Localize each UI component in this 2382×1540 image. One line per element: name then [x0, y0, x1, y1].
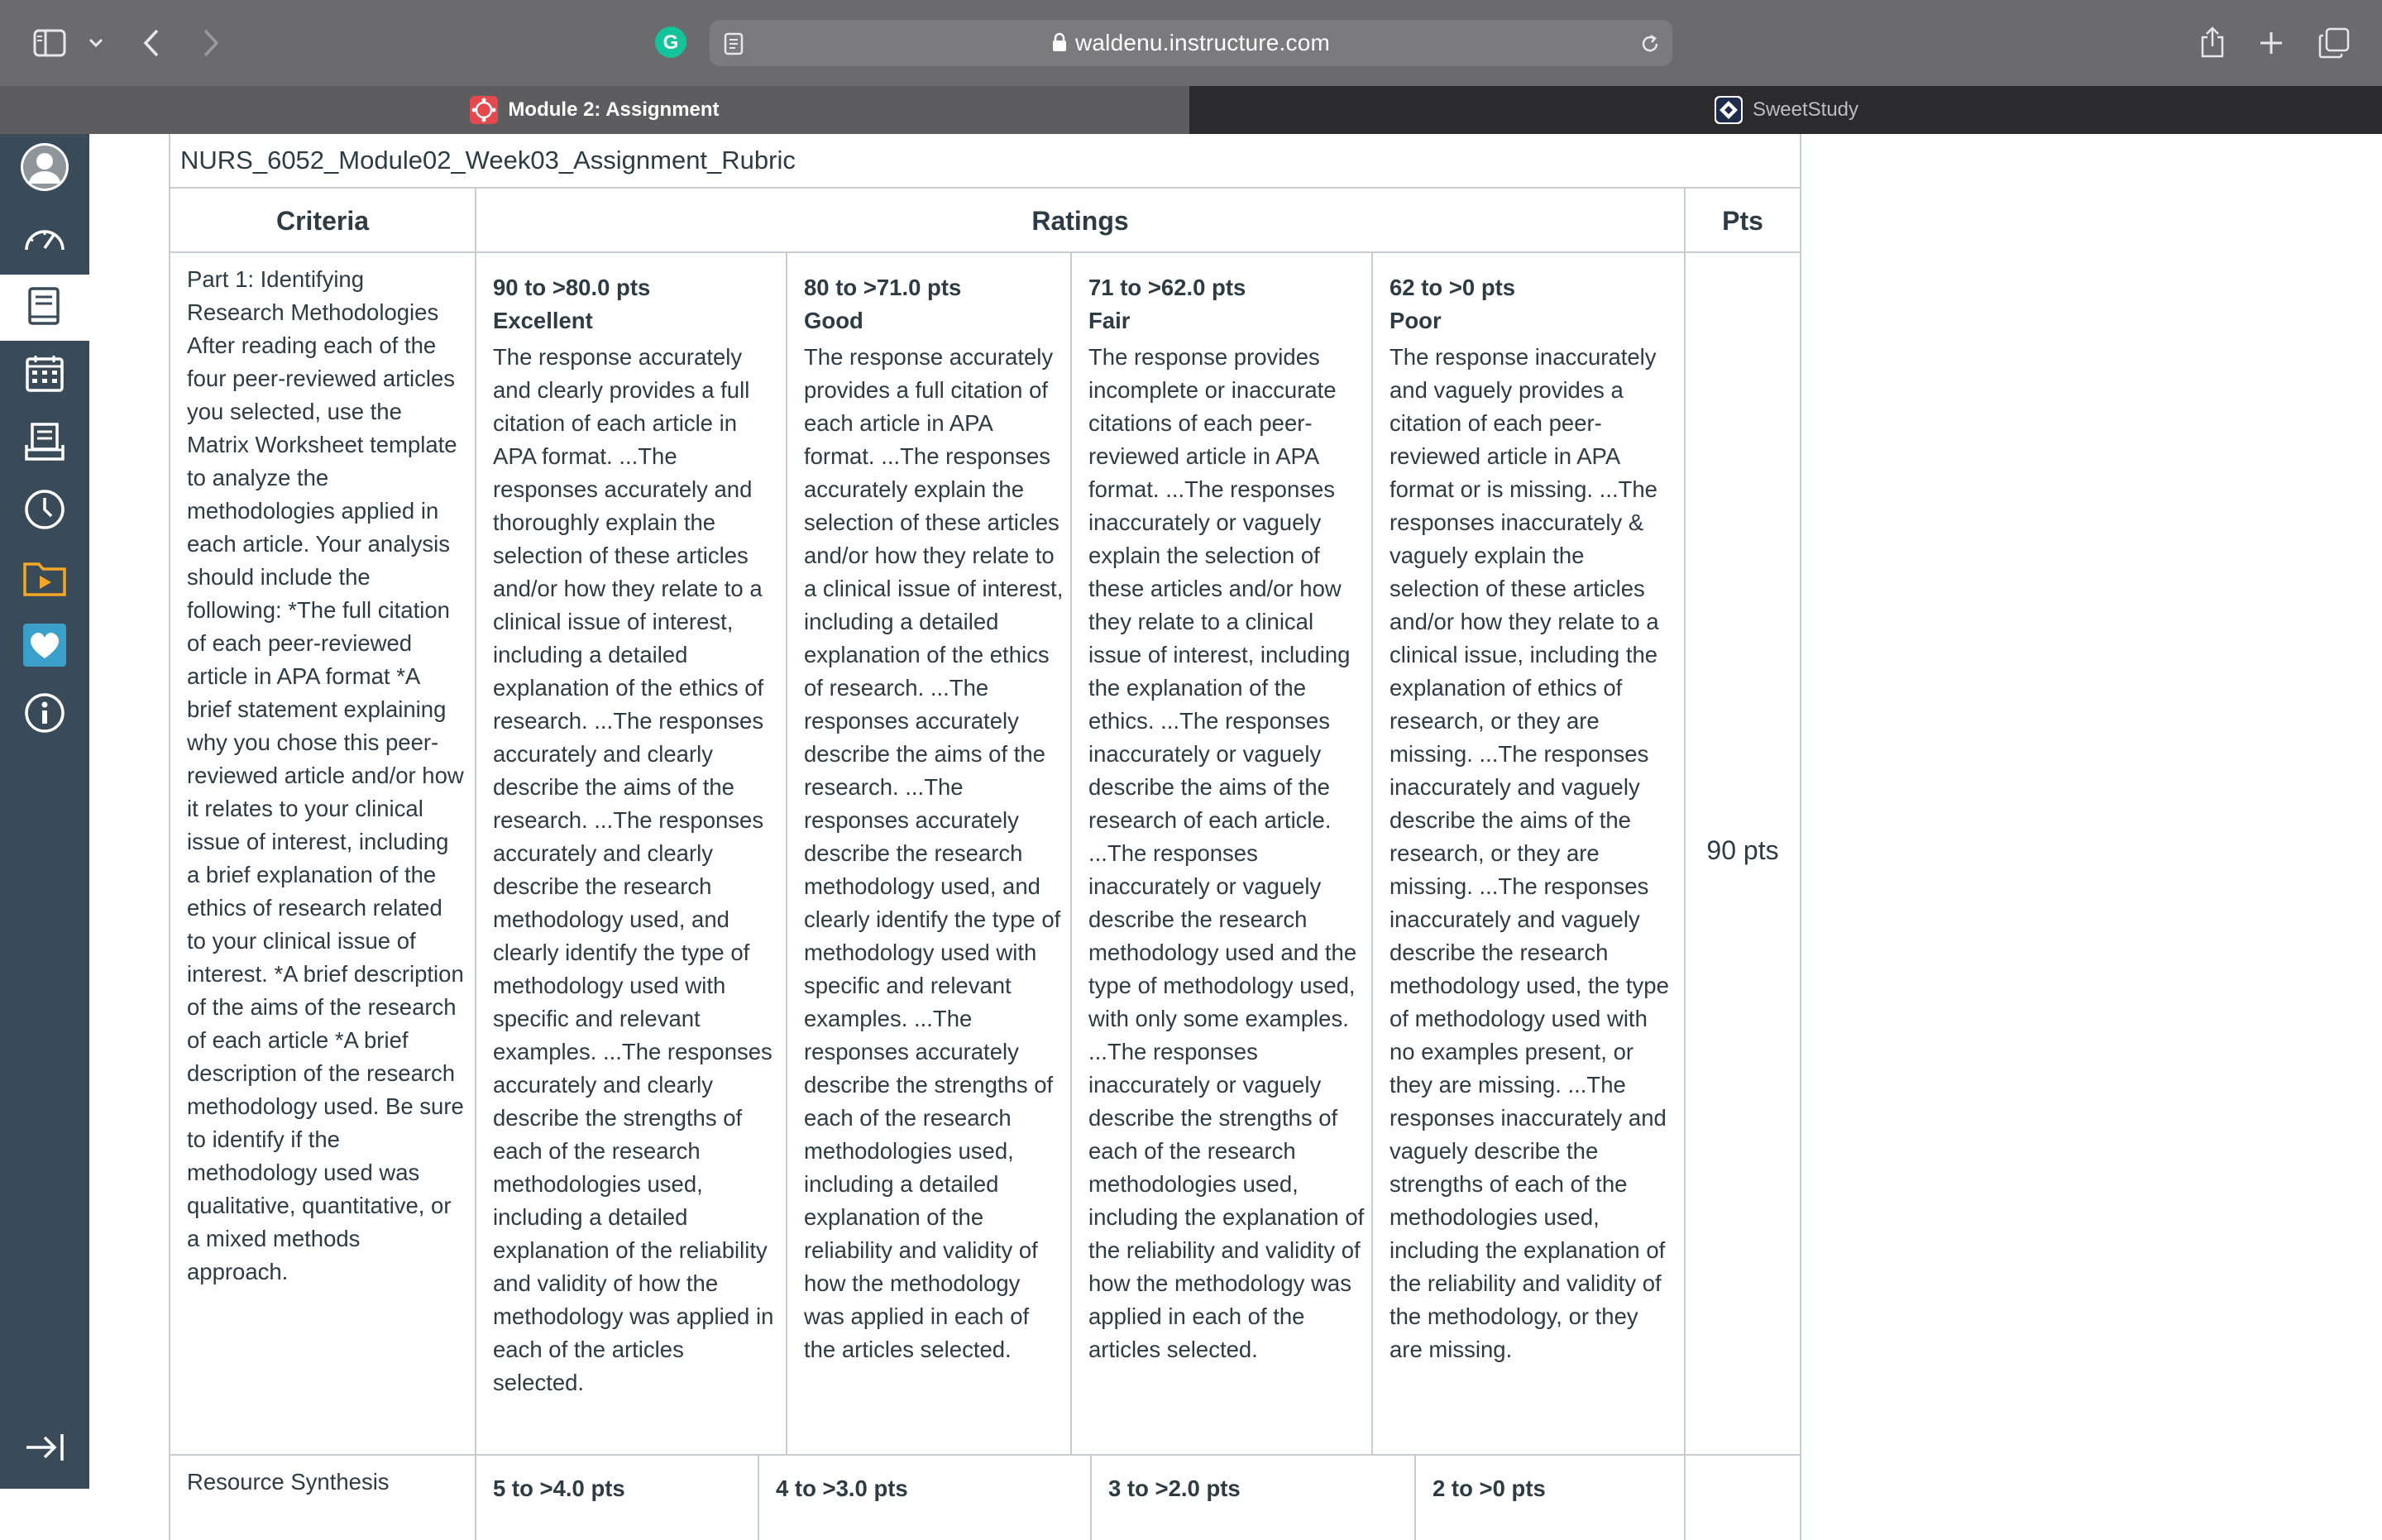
rubric-title: NURS_6052_Module02_Week03_Assignment_Rub… [180, 146, 796, 175]
rating-points: 71 to >62.0 pts [1088, 275, 1246, 300]
rubric-divider [1371, 251, 1373, 1454]
rubric-divider [1070, 251, 1072, 1454]
rubric-divider [170, 1454, 1800, 1456]
reload-icon[interactable] [1638, 31, 1662, 56]
inbox-icon [24, 422, 65, 466]
rating-label: Poor [1390, 308, 1442, 333]
rating-description: The response accurately provides a full … [804, 344, 1064, 1362]
rating-points: 3 to >2.0 pts [1108, 1475, 1241, 1501]
chevron-right-icon[interactable] [197, 25, 225, 61]
address-bar[interactable]: waldenu.instructure.com [710, 20, 1672, 66]
nav-inbox[interactable] [0, 410, 89, 476]
nav-help[interactable] [0, 682, 89, 748]
url-label: waldenu.instructure.com [1074, 30, 1331, 55]
global-navigation [0, 134, 89, 1489]
rating-good: 80 to >71.0 pts Good The response accura… [804, 271, 1065, 1366]
rating-points: 80 to >71.0 pts [804, 275, 962, 300]
nav-collapse[interactable] [0, 1416, 89, 1482]
rubric-divider [786, 251, 787, 1454]
nav-account[interactable] [0, 136, 89, 202]
heart-book-icon [22, 622, 68, 672]
rating-excellent: 90 to >80.0 pts Excellent The response a… [493, 271, 777, 1399]
criteria-header: Criteria [275, 206, 370, 236]
courses-icon [26, 285, 63, 331]
tab-title: Module 2: Assignment [508, 98, 720, 121]
url-text: waldenu.instructure.com [710, 20, 1672, 66]
tabs-icon[interactable] [2316, 25, 2352, 61]
chevron-left-icon[interactable] [137, 25, 165, 61]
nav-wellness[interactable] [0, 614, 89, 680]
lock-icon [1052, 22, 1067, 68]
rubric-table: NURS_6052_Module02_Week03_Assignment_Rub… [169, 134, 1801, 1540]
svg-text:G: G [663, 31, 679, 54]
canvas-favicon-icon [470, 96, 499, 124]
criterion-points: 90 pts [1706, 835, 1779, 865]
clock-icon [23, 488, 66, 535]
tab-sweetstudy[interactable]: SweetStudy [1191, 86, 2382, 134]
rating-description: The response inaccurately and vaguely pr… [1390, 344, 1669, 1362]
collapse-arrow-icon [23, 1431, 66, 1468]
rubric-divider [1090, 1454, 1092, 1540]
tab-bar: Module 2: Assignment SweetStudy [0, 86, 2382, 134]
nav-calendar[interactable] [0, 342, 89, 409]
info-icon [23, 691, 66, 739]
rubric-divider [1414, 1454, 1416, 1540]
chevron-down-icon[interactable] [84, 31, 108, 55]
plus-icon[interactable] [2255, 26, 2288, 60]
criterion-description: Resource Synthesis [187, 1469, 390, 1495]
calendar-icon [25, 354, 65, 398]
share-icon[interactable] [2195, 22, 2230, 63]
ratings-header: Ratings [1031, 206, 1129, 236]
avatar-icon [18, 141, 71, 198]
pts-header: Pts [1722, 206, 1763, 236]
nav-dashboard[interactable] [0, 207, 89, 273]
criterion-description: Part 1: Identifying Research Methodologi… [187, 266, 464, 1284]
rating-label: Fair [1088, 308, 1131, 333]
nav-courses[interactable] [0, 275, 89, 341]
sidebar-icon[interactable] [31, 26, 68, 60]
rating-points: 90 to >80.0 pts [493, 275, 651, 300]
rating-description: The response accurately and clearly prov… [493, 344, 774, 1395]
rating-fair: 71 to >62.0 pts Fair The response provid… [1088, 271, 1366, 1366]
rating-label: Good [804, 308, 863, 333]
browser-toolbar: G waldenu.instructure.com [0, 0, 2382, 86]
rubric-divider [758, 1454, 759, 1540]
tab-module-assignment[interactable]: Module 2: Assignment [0, 86, 1189, 134]
rating-description: The response provides incomplete or inac… [1088, 344, 1365, 1362]
main-content: NURS_6052_Module02_Week03_Assignment_Rub… [89, 134, 2382, 1540]
nav-media[interactable] [0, 546, 89, 612]
rating-points: 5 to >4.0 pts [493, 1475, 625, 1501]
grammarly-icon[interactable]: G [653, 25, 688, 60]
rating-label: Excellent [493, 308, 593, 333]
rating-points: 4 to >3.0 pts [776, 1475, 908, 1501]
nav-history[interactable] [0, 478, 89, 544]
dashboard-icon [22, 222, 67, 259]
sweetstudy-favicon-icon [1714, 96, 1743, 124]
rating-poor: 62 to >0 pts Poor The response inaccurat… [1390, 271, 1677, 1366]
rubric-divider [475, 187, 476, 1540]
media-folder-icon [22, 557, 67, 601]
rating-points: 62 to >0 pts [1390, 275, 1516, 300]
rating-points: 2 to >0 pts [1433, 1475, 1546, 1501]
tab-title: SweetStudy [1752, 98, 1859, 121]
